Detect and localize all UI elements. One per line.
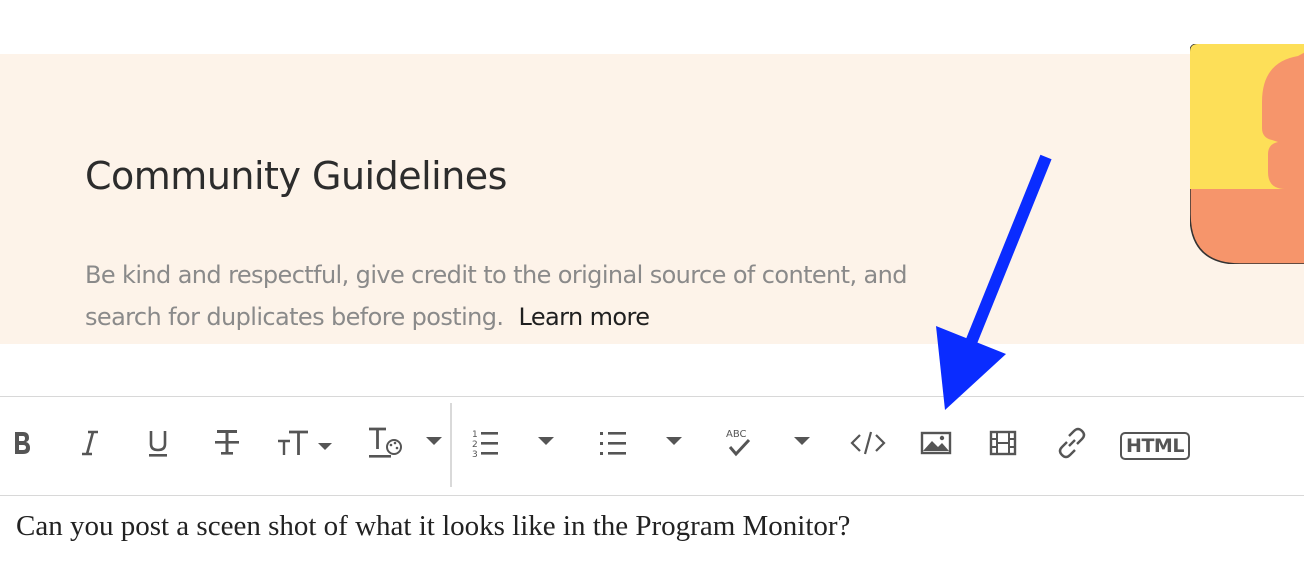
strikethrough-icon — [215, 430, 239, 455]
guidelines-description: Be kind and respectful, give credit to t… — [85, 261, 907, 331]
code-button[interactable] — [848, 417, 888, 469]
image-icon — [920, 431, 952, 455]
code-icon — [850, 431, 886, 455]
toolbar-separator — [450, 403, 452, 487]
bold-icon — [15, 432, 30, 454]
bulleted-list-dropdown-caret[interactable] — [666, 437, 682, 445]
font-size-button[interactable] — [276, 417, 336, 469]
text-color-icon — [369, 427, 402, 458]
svg-text:ABC: ABC — [726, 429, 747, 440]
html-source-button[interactable]: HTML — [1120, 432, 1190, 460]
bulleted-list-button[interactable] — [596, 417, 630, 469]
learn-more-link[interactable]: Learn more — [518, 303, 649, 331]
italic-icon — [82, 430, 98, 456]
insert-link-button[interactable] — [1054, 417, 1090, 469]
guidelines-description-block: Be kind and respectful, give credit to t… — [85, 254, 915, 338]
insert-video-button[interactable] — [986, 417, 1020, 469]
spell-check-dropdown-caret[interactable] — [794, 437, 810, 445]
film-icon — [989, 430, 1017, 456]
strikethrough-button[interactable] — [210, 417, 244, 469]
guidelines-title: Community Guidelines — [85, 154, 507, 198]
numbered-list-dropdown-caret[interactable] — [538, 437, 554, 445]
spell-check-icon: ABC — [726, 429, 751, 457]
svg-text:1: 1 — [472, 430, 478, 440]
font-size-icon — [278, 430, 332, 455]
svg-text:2: 2 — [472, 440, 478, 450]
numbered-list-icon: 1 2 3 — [472, 430, 498, 459]
svg-text:3: 3 — [472, 450, 478, 459]
text-color-button[interactable] — [366, 417, 406, 469]
underline-icon — [149, 431, 167, 457]
editor-content[interactable]: Can you post a sceen shot of what it loo… — [16, 510, 1286, 543]
italic-button[interactable] — [74, 417, 106, 469]
community-guidelines-banner: Community Guidelines Be kind and respect… — [0, 54, 1304, 344]
text-color-dropdown-caret[interactable] — [426, 437, 442, 445]
numbered-list-button[interactable]: 1 2 3 — [468, 417, 502, 469]
underline-button[interactable] — [142, 417, 174, 469]
guidelines-illustration — [1190, 44, 1304, 264]
spell-check-button[interactable]: ABC — [722, 417, 756, 469]
page: Community Guidelines Be kind and respect… — [0, 0, 1304, 562]
bold-button[interactable] — [6, 417, 38, 469]
bulleted-list-icon — [600, 432, 626, 455]
link-icon — [1058, 427, 1086, 459]
editor-toolbar: 1 2 3 ABC HTML — [0, 396, 1304, 496]
insert-image-button[interactable] — [918, 417, 954, 469]
